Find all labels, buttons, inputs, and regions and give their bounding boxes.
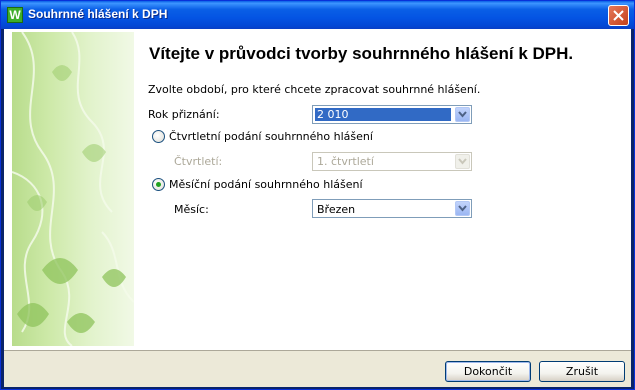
- month-select[interactable]: Březen: [312, 199, 472, 218]
- quarter-label: Čtvrtletí:: [174, 155, 223, 168]
- close-icon: [613, 10, 624, 21]
- year-select[interactable]: 2 010: [312, 105, 472, 124]
- monthly-radio[interactable]: [152, 178, 165, 191]
- dialog-window: W Souhrnné hlášení k DPH Vítejte v průvo…: [0, 0, 635, 390]
- chevron-down-icon: [458, 205, 467, 212]
- radio-selected-dot: [156, 182, 161, 187]
- quarterly-radio[interactable]: [152, 130, 165, 143]
- chevron-down-icon: [458, 158, 467, 165]
- window-title: Souhrnné hlášení k DPH: [28, 7, 168, 21]
- finish-button[interactable]: Dokončit: [445, 361, 531, 382]
- monthly-option-label[interactable]: Měsíční podání souhrnného hlášení: [169, 178, 363, 191]
- wizard-heading: Vítejte v průvodci tvorby souhrnného hlá…: [149, 44, 574, 63]
- side-decoration-image: [12, 32, 134, 346]
- cancel-button[interactable]: Zrušit: [539, 361, 625, 382]
- vine-leaves-illustration: [12, 32, 134, 346]
- quarter-select-value: 1. čtvrtletí: [317, 155, 374, 168]
- year-select-value: 2 010: [315, 108, 451, 121]
- title-bar[interactable]: W Souhrnné hlášení k DPH: [1, 1, 634, 29]
- chevron-down-icon: [458, 111, 467, 118]
- quarter-select: 1. čtvrtletí: [312, 152, 472, 171]
- app-icon: W: [7, 7, 23, 23]
- dialog-client-area: Vítejte v průvodci tvorby souhrnného hlá…: [4, 29, 631, 387]
- year-select-dropdown-button[interactable]: [455, 107, 470, 122]
- quarter-select-dropdown-button: [455, 154, 470, 169]
- year-label: Rok přiznání:: [148, 108, 220, 121]
- month-select-dropdown-button[interactable]: [455, 201, 470, 216]
- close-button[interactable]: [608, 5, 629, 26]
- wizard-subtitle: Zvolte období, pro které chcete zpracova…: [148, 83, 481, 96]
- month-select-value: Březen: [317, 203, 356, 216]
- wizard-panel: Vítejte v průvodci tvorby souhrnného hlá…: [4, 29, 631, 351]
- month-label: Měsíc:: [174, 203, 209, 216]
- quarterly-option-label[interactable]: Čtvrtletní podání souhrnného hlášení: [169, 130, 373, 143]
